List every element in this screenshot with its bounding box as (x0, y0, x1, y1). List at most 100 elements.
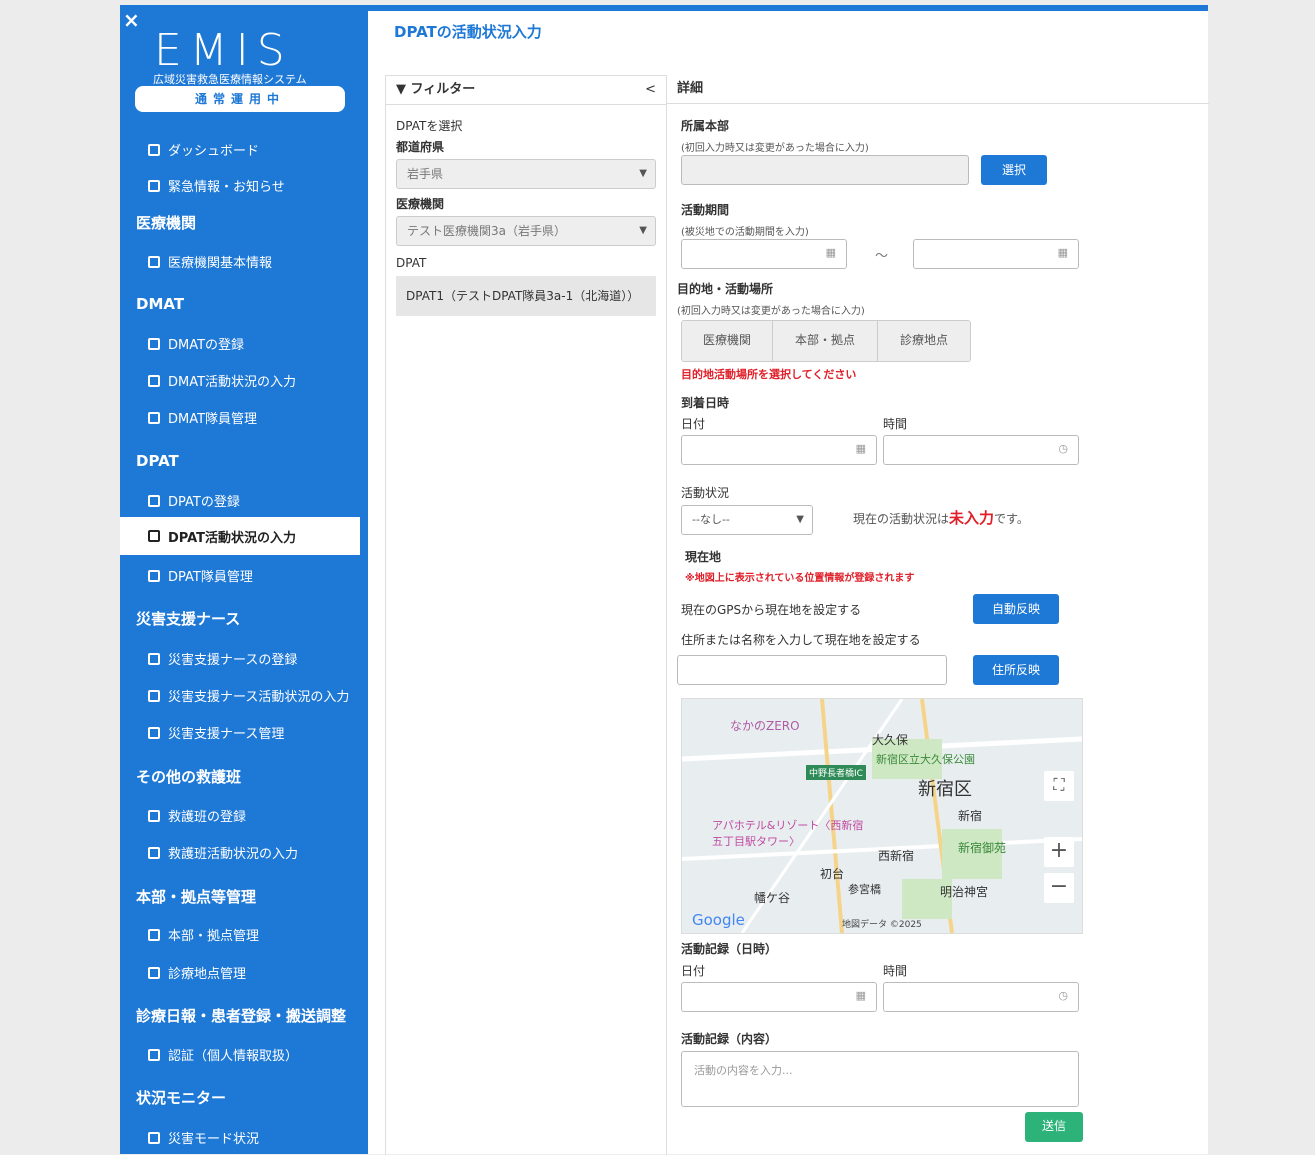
map-label: 幡ケ谷 (754, 891, 791, 905)
record-time-input[interactable]: ◷ (883, 982, 1079, 1012)
period-note: (被災地での活動期間を入力) (681, 227, 809, 238)
chevron-down-icon: ▼ (796, 514, 804, 525)
document-icon (148, 411, 160, 424)
map-label: 初台 (820, 867, 845, 881)
sidebar-item-emergency-news[interactable]: 緊急情報・お知らせ (148, 176, 285, 195)
detail-header: 詳細 (667, 75, 1209, 104)
hq-note: (初回入力時又は変更があった場合に入力) (681, 143, 869, 154)
dest-option-hq[interactable]: 本部・拠点 (773, 321, 878, 361)
dest-option-medical[interactable]: 医療機関 (682, 321, 773, 361)
sidebar-item-medical-basic[interactable]: 医療機関基本情報 (148, 252, 272, 271)
record-date-input[interactable]: ▦ (681, 982, 877, 1012)
map-label: 新宿御苑 (958, 841, 1007, 855)
select-hq-button[interactable]: 選択 (981, 155, 1047, 185)
record-content-textarea[interactable]: 活動の内容を入力... (681, 1051, 1079, 1107)
section-nurse: 災害支援ナース (136, 610, 241, 628)
chevron-down-icon: ▼ (639, 225, 647, 236)
section-dmat: DMAT (136, 295, 185, 313)
period-end-input[interactable]: ▦ (913, 239, 1079, 269)
filter-header: ▼ フィルター < (386, 76, 666, 105)
calendar-icon: ▦ (1057, 246, 1068, 259)
destination-selector: 医療機関 本部・拠点 診療地点 (681, 320, 971, 362)
arrival-date-input[interactable]: ▦ (681, 435, 877, 465)
top-accent-bar (368, 5, 1208, 11)
send-button[interactable]: 送信 (1025, 1112, 1083, 1142)
document-icon (148, 337, 160, 350)
section-hq: 本部・拠点等管理 (136, 888, 257, 906)
document-icon (148, 726, 160, 739)
map[interactable]: なかのZERO 大久保 新宿区立大久保公園 中野長者橋IC 新宿区 アパホテル&… (681, 698, 1083, 934)
sidebar-item-dmat-status[interactable]: DMAT活動状況の入力 (148, 371, 296, 390)
location-note: ※地図上に表示されている位置情報が登録されます (685, 573, 915, 584)
period-tilde: ～ (875, 249, 889, 264)
auto-reflect-button[interactable]: 自動反映 (973, 594, 1059, 624)
sidebar-item-nurse-status[interactable]: 災害支援ナース活動状況の入力 (148, 686, 349, 705)
document-icon (148, 966, 160, 979)
destination-error: 目的地活動場所を選択してください (681, 368, 857, 381)
map-label: アパホテル&リゾート〈西新宿五丁目駅タワー〉 (712, 819, 864, 848)
sidebar-item-dmat-register[interactable]: DMATの登録 (148, 334, 244, 353)
sidebar-item-clinic-manage[interactable]: 診療地点管理 (148, 963, 246, 982)
document-icon (148, 494, 160, 507)
sidebar-item-dmat-members[interactable]: DMAT隊員管理 (148, 408, 257, 427)
zoom-out-button[interactable]: − (1044, 873, 1074, 903)
dest-option-clinic[interactable]: 診療地点 (878, 321, 970, 361)
record-date-label: 日付 (681, 964, 706, 978)
page-title: DPATの活動状況入力 (394, 23, 542, 41)
institution-label: 医療機関 (396, 197, 445, 211)
status-label: 活動状況 (681, 486, 730, 500)
address-input[interactable] (677, 655, 947, 685)
document-icon (148, 255, 160, 268)
sidebar-item-hq-manage[interactable]: 本部・拠点管理 (148, 925, 259, 944)
sidebar-item-dpat-members[interactable]: DPAT隊員管理 (148, 566, 253, 585)
clock-icon: ◷ (1058, 989, 1068, 1002)
map-label: 大久保 (872, 733, 909, 747)
document-icon (148, 689, 160, 702)
sidebar-item-dashboard[interactable]: ダッシュボード (148, 140, 259, 159)
destination-note: (初回入力時又は変更があった場合に入力) (677, 306, 865, 317)
prefecture-select[interactable]: 岩手県 ▼ (396, 159, 656, 189)
sidebar-item-team-status[interactable]: 救護班活動状況の入力 (148, 843, 298, 862)
institution-select[interactable]: テスト医療機関3a（岩手県） ▼ (396, 216, 656, 246)
map-label: 明治神宮 (940, 885, 989, 899)
zoom-in-button[interactable]: + (1044, 837, 1074, 867)
sidebar-item-dpat-status[interactable]: DPAT活動状況の入力 (120, 517, 360, 555)
grid-icon (148, 143, 160, 156)
sidebar-item-nurse-register[interactable]: 災害支援ナースの登録 (148, 649, 297, 668)
fullscreen-icon[interactable]: ⛶ (1044, 771, 1074, 801)
section-medical: 医療機関 (136, 214, 197, 232)
arrival-time-label: 時間 (883, 417, 908, 431)
address-text: 住所または名称を入力して現在地を設定する (681, 633, 921, 647)
close-icon[interactable]: × (123, 8, 140, 32)
address-reflect-button[interactable]: 住所反映 (973, 655, 1059, 685)
filter-panel: ▼ フィルター < DPATを選択 都道府県 岩手県 ▼ 医療機関 テスト医療機… (385, 75, 667, 1155)
period-start-input[interactable]: ▦ (681, 239, 847, 269)
sidebar-item-disaster-mode[interactable]: 災害モード状況 (148, 1128, 259, 1147)
sidebar-item-dpat-register[interactable]: DPATの登録 (148, 491, 240, 510)
map-label: 新宿 (958, 809, 983, 823)
sidebar: × EMIS 広域災害救急医療情報システム 通常運用中 ダッシュボード 緊急情報… (120, 5, 368, 1154)
dpat-list-item[interactable]: DPAT1（テストDPAT隊員3a-1（北海道）） (396, 276, 656, 316)
document-icon (148, 652, 160, 665)
calendar-icon: ▦ (825, 246, 836, 259)
map-label: なかのZERO (730, 719, 800, 733)
record-datetime-label: 活動記録（日時） (681, 942, 778, 956)
hq-field[interactable] (681, 155, 969, 185)
calendar-icon: ▦ (855, 442, 866, 455)
status-select[interactable]: --なし-- ▼ (681, 505, 813, 535)
sidebar-item-team-register[interactable]: 救護班の登録 (148, 806, 246, 825)
section-monitor: 状況モニター (136, 1089, 227, 1107)
destination-label: 目的地・活動場所 (677, 282, 774, 296)
map-attribution: 地図データ ©2025 (842, 920, 922, 930)
arrival-time-input[interactable]: ◷ (883, 435, 1079, 465)
collapse-icon[interactable]: < (645, 76, 656, 104)
filter-icon: ▼ (396, 82, 406, 97)
map-label: 新宿区 (918, 779, 972, 800)
map-label: 西新宿 (878, 849, 915, 863)
prefecture-label: 都道府県 (396, 140, 445, 154)
sidebar-item-nurse-manage[interactable]: 災害支援ナース管理 (148, 723, 284, 742)
sidebar-item-auth[interactable]: 認証（個人情報取扱） (148, 1045, 298, 1064)
section-dpat: DPAT (136, 452, 179, 470)
dpat-label: DPAT (396, 256, 427, 270)
gps-text: 現在のGPSから現在地を設定する (681, 603, 862, 617)
